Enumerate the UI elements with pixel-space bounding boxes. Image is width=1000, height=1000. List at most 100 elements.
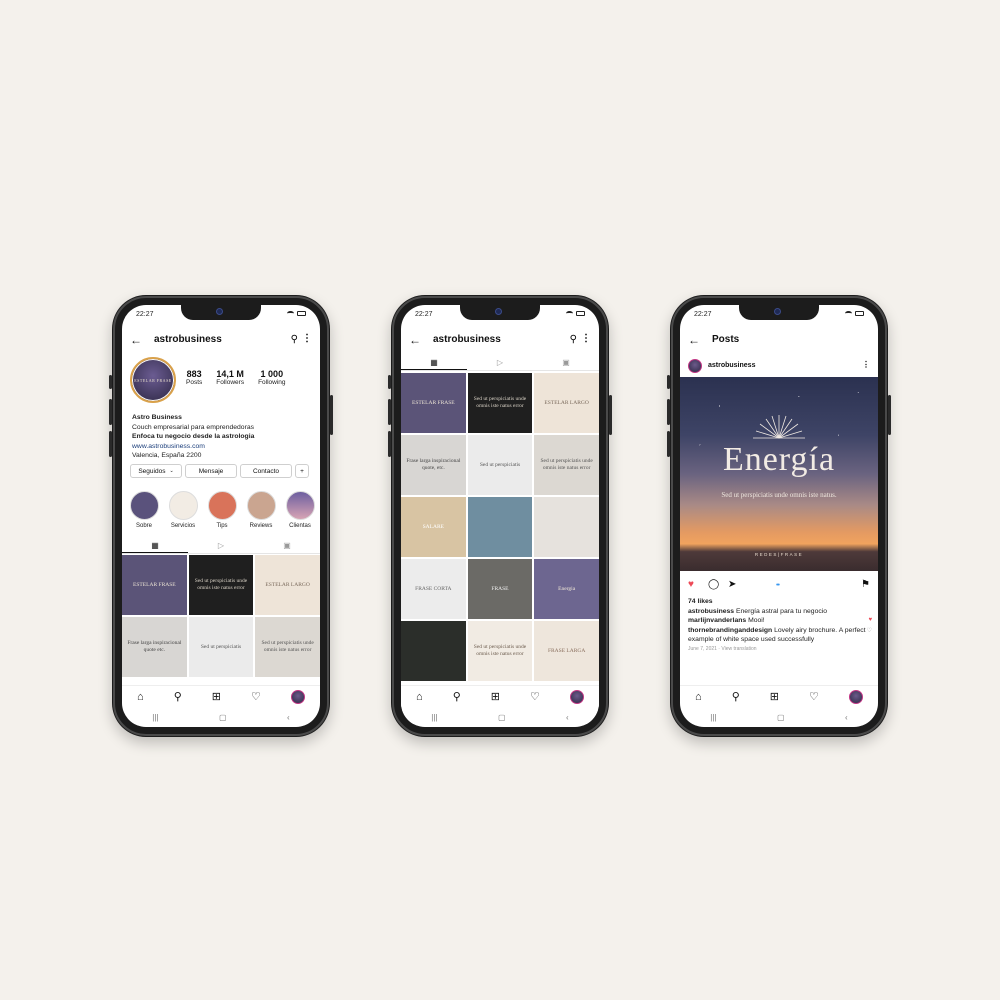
grid-post[interactable]: FRASE LARGA bbox=[534, 621, 599, 681]
grid-post[interactable]: Sed ut perspiciatis unde omnis iste natu… bbox=[534, 435, 599, 495]
back-arrow-icon[interactable]: ← bbox=[409, 333, 421, 347]
grid-post[interactable]: ESTELAR FRASE bbox=[122, 555, 187, 615]
add-user-button[interactable]: + bbox=[295, 464, 309, 478]
more-icon[interactable]: ⋮ bbox=[302, 333, 312, 344]
phone-post: 22:27 ← Posts astrobusiness ⋮ Energía Se… bbox=[667, 295, 891, 737]
add-post-icon[interactable]: ⊞ bbox=[491, 690, 500, 703]
system-back-icon[interactable]: ‹ bbox=[566, 713, 569, 722]
home-icon[interactable]: ⌂ bbox=[137, 691, 144, 703]
grid-post[interactable]: ESTELAR LARGO bbox=[255, 555, 320, 615]
recents-icon[interactable]: ||| bbox=[710, 713, 716, 722]
profile-post-grid: ESTELAR FRASE Sed ut perspiciatis unde om… bbox=[122, 555, 320, 677]
carousel-dots: •• bbox=[776, 582, 780, 589]
comment-icon[interactable]: ◯ bbox=[708, 579, 719, 590]
highlight-sobre[interactable]: Sobre bbox=[128, 491, 160, 529]
grid-post[interactable]: ESTELAR FRASE bbox=[401, 373, 466, 433]
bookmark-icon[interactable]: ⚑ bbox=[861, 579, 870, 590]
grid-post-text: Sed ut perspiciatis bbox=[479, 461, 521, 468]
more-icon[interactable]: ⋮ bbox=[862, 360, 870, 369]
grid-post[interactable]: Sed ut perspiciatis bbox=[188, 617, 254, 677]
nav-profile-avatar[interactable] bbox=[290, 689, 305, 704]
grid-post[interactable]: Frase larga inspiracional quote etc. bbox=[122, 617, 187, 677]
heart-icon[interactable]: ♡ bbox=[809, 690, 819, 703]
home-button-icon[interactable]: ▢ bbox=[777, 713, 785, 722]
grid-post[interactable]: Sed ut perspiciatis unde omnis iste natu… bbox=[467, 373, 533, 433]
add-post-icon[interactable]: ⊞ bbox=[770, 690, 779, 703]
grid-post[interactable]: Frase larga inspiracional quote, etc. bbox=[401, 435, 466, 495]
bell-icon[interactable]: ⚲ bbox=[570, 334, 577, 345]
highlight-tips[interactable]: Tips bbox=[206, 491, 238, 529]
more-icon[interactable]: ⋮ bbox=[581, 333, 591, 344]
bell-icon[interactable]: ⚲ bbox=[291, 334, 298, 345]
grid-post[interactable]: FRASE CORTA bbox=[401, 559, 466, 619]
comment-like-heart-icon[interactable]: ♥ bbox=[868, 617, 872, 623]
grid-post[interactable] bbox=[534, 497, 599, 557]
grid-post-text: Sed ut perspiciatis unde omnis iste natu… bbox=[261, 640, 314, 653]
grid-post[interactable]: ESTELAR LARGO bbox=[534, 373, 599, 433]
grid-post[interactable]: Energia bbox=[534, 559, 599, 619]
nav-profile-avatar[interactable] bbox=[848, 689, 863, 704]
post-image[interactable]: Energía Sed ut perspiciatis unde omnis i… bbox=[680, 377, 878, 571]
profile-stats: 883 Posts 14,1 M Followers 1 000 Following bbox=[186, 369, 286, 386]
grid-post[interactable]: Sed ut perspiciatis bbox=[467, 435, 533, 495]
share-icon[interactable]: ➤ bbox=[728, 579, 736, 590]
tab-tagged[interactable]: ▣ bbox=[533, 355, 599, 370]
comment-like-heart-icon[interactable]: ♡ bbox=[867, 627, 872, 634]
notch bbox=[460, 305, 540, 320]
tab-reels[interactable]: ▷ bbox=[467, 355, 533, 370]
grid-post[interactable] bbox=[401, 621, 466, 681]
grid-post[interactable]: Sed ut perspiciatis unde omnis iste natu… bbox=[188, 555, 254, 615]
likes-count[interactable]: 74 likes bbox=[688, 597, 866, 607]
grid-post[interactable] bbox=[467, 497, 533, 557]
tab-reels[interactable]: ▷ bbox=[188, 538, 254, 553]
highlight-clientas[interactable]: Clientas bbox=[284, 491, 316, 529]
search-icon[interactable]: ⚲ bbox=[174, 690, 182, 703]
contact-button[interactable]: Contacto bbox=[240, 464, 292, 478]
grid-post-text: Frase larga inspiracional quote etc. bbox=[127, 640, 182, 653]
like-heart-icon[interactable]: ♥ bbox=[688, 579, 694, 590]
system-back-icon[interactable]: ‹ bbox=[287, 713, 290, 722]
profile-avatar[interactable]: ESTELAR FRASE bbox=[130, 357, 176, 403]
highlight-reviews[interactable]: Reviews bbox=[245, 491, 277, 529]
heart-icon[interactable]: ♡ bbox=[251, 690, 261, 703]
following-button[interactable]: Seguidos ⌄ bbox=[130, 464, 182, 478]
home-icon[interactable]: ⌂ bbox=[416, 691, 423, 703]
feed-screen: 22:27 ← astrobusiness ⚲ ⋮ ▦ ▷ ▣ ESTELAR … bbox=[401, 305, 599, 727]
tab-grid[interactable]: ▦ bbox=[122, 538, 188, 553]
search-icon[interactable]: ⚲ bbox=[453, 690, 461, 703]
back-arrow-icon[interactable]: ← bbox=[688, 333, 700, 347]
bio-name: Astro Business bbox=[132, 414, 182, 421]
view-translation-link[interactable]: View translation bbox=[721, 646, 756, 652]
stat-following[interactable]: 1 000 Following bbox=[258, 369, 285, 386]
grid-post-text: ESTELAR FRASE bbox=[412, 399, 455, 406]
grid-post-text: SALARE bbox=[422, 523, 445, 530]
home-button-icon[interactable]: ▢ bbox=[498, 713, 506, 722]
grid-post[interactable]: FRASE bbox=[467, 559, 533, 619]
post-avatar[interactable] bbox=[688, 359, 702, 373]
post-username[interactable]: astrobusiness bbox=[708, 362, 755, 369]
system-back-icon[interactable]: ‹ bbox=[845, 713, 848, 722]
home-icon[interactable]: ⌂ bbox=[695, 691, 702, 703]
profile-topbar: ← astrobusiness ⚲ ⋮ bbox=[122, 331, 320, 351]
stat-posts[interactable]: 883 Posts bbox=[186, 369, 202, 386]
grid-post[interactable]: Sed ut perspiciatis unde omnis iste natu… bbox=[255, 617, 320, 677]
system-nav: ||| ▢ ‹ bbox=[680, 710, 878, 724]
nav-profile-avatar[interactable] bbox=[569, 689, 584, 704]
message-button[interactable]: Mensaje bbox=[185, 464, 237, 478]
tab-grid[interactable]: ▦ bbox=[401, 355, 467, 370]
battery-icon bbox=[855, 311, 864, 316]
grid-post[interactable]: SALARE bbox=[401, 497, 466, 557]
tab-tagged[interactable]: ▣ bbox=[254, 538, 320, 553]
home-button-icon[interactable]: ▢ bbox=[219, 713, 227, 722]
recents-icon[interactable]: ||| bbox=[152, 713, 158, 722]
grid-post[interactable]: Sed ut perspiciatis unde omnis iste natu… bbox=[467, 621, 533, 681]
back-arrow-icon[interactable]: ← bbox=[130, 333, 142, 347]
highlight-servicios[interactable]: Servicios bbox=[167, 491, 199, 529]
bio-website-link[interactable]: www.astrobusiness.com bbox=[132, 442, 312, 452]
search-icon[interactable]: ⚲ bbox=[732, 690, 740, 703]
add-post-icon[interactable]: ⊞ bbox=[212, 690, 221, 703]
recents-icon[interactable]: ||| bbox=[431, 713, 437, 722]
feed-username: astrobusiness bbox=[433, 334, 501, 345]
stat-followers[interactable]: 14,1 M Followers bbox=[216, 369, 244, 386]
heart-icon[interactable]: ♡ bbox=[530, 690, 540, 703]
